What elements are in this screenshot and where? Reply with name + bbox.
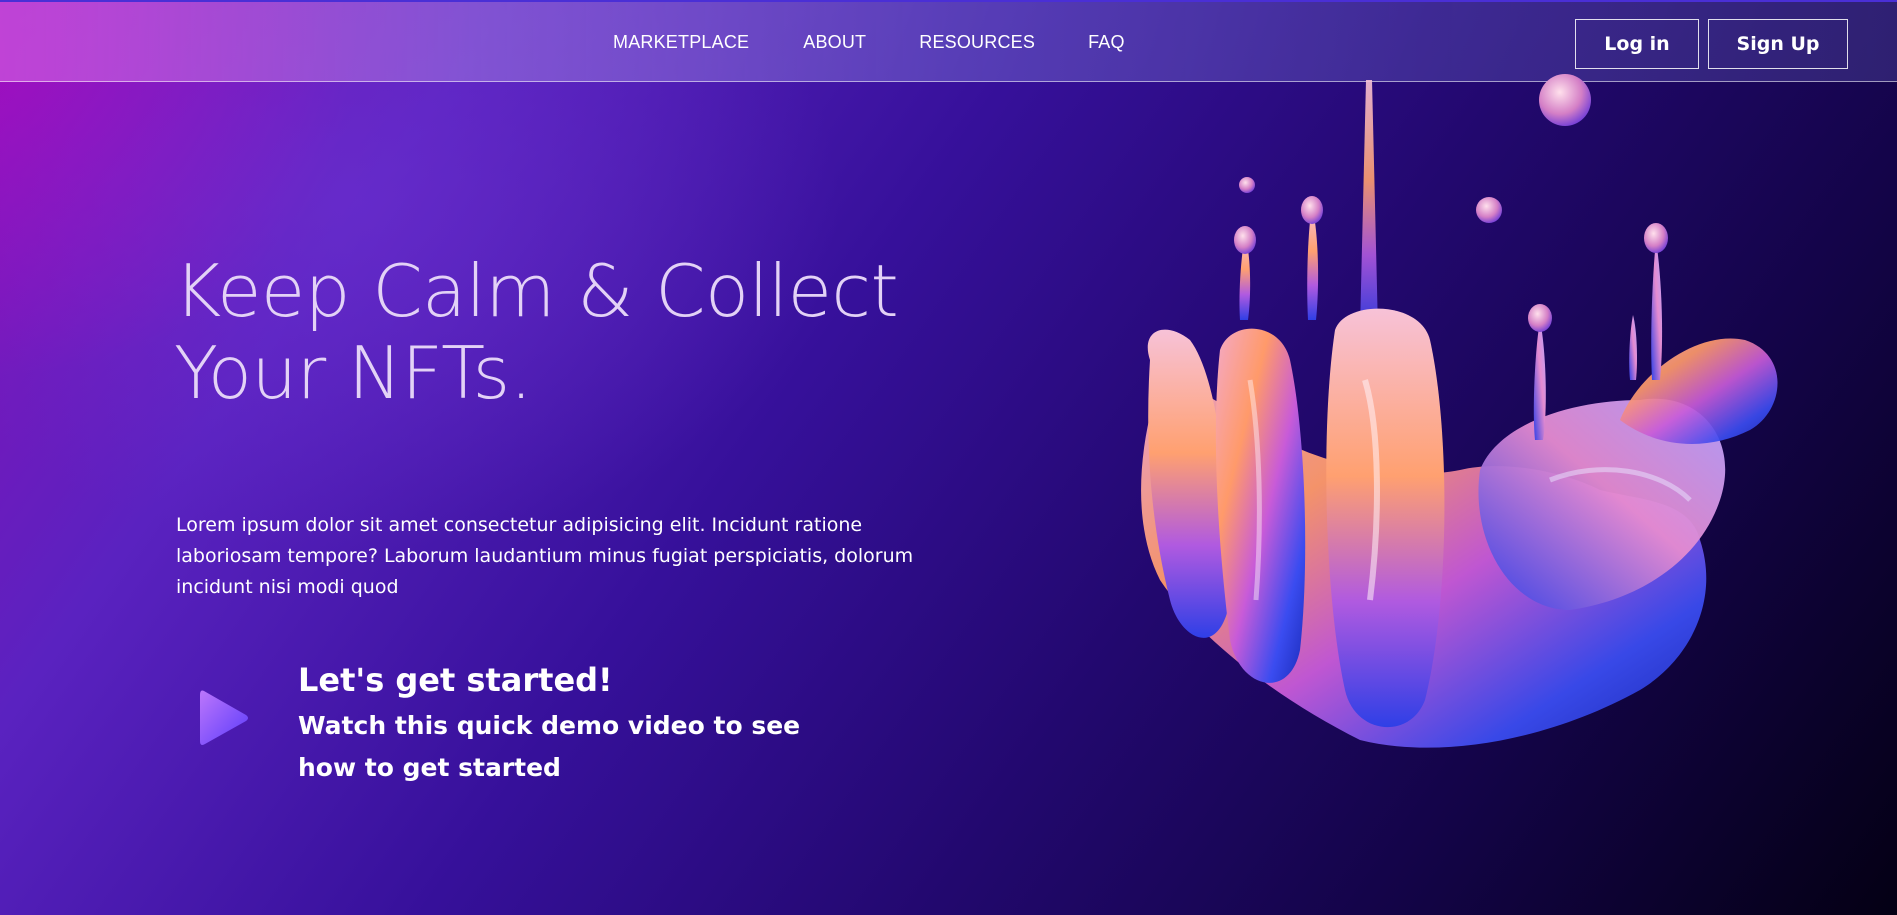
hero-description: Lorem ipsum dolor sit amet consectetur a… xyxy=(176,514,914,598)
hero-title: Keep Calm & Collect Your NFTs. xyxy=(174,250,934,414)
play-icon[interactable] xyxy=(196,685,252,751)
cta-title: Let's get started! xyxy=(298,661,613,699)
liquid-splash-illustration xyxy=(1080,0,1860,800)
hero-title-line2: Your NFTs. xyxy=(174,331,533,415)
nav-link-about[interactable]: ABOUT xyxy=(803,32,866,53)
nav-link-resources[interactable]: RESOURCES xyxy=(919,32,1035,53)
nav-link-marketplace[interactable]: MARKETPLACE xyxy=(613,32,749,53)
cta-section: Let's get started! Watch this quick demo… xyxy=(176,655,876,795)
cta-subtitle: Watch this quick demo video to see how t… xyxy=(298,711,801,782)
hero-title-line1: Keep Calm & Collect xyxy=(174,249,899,333)
nav-links: MARKETPLACE ABOUT RESOURCES FAQ xyxy=(613,32,1125,53)
